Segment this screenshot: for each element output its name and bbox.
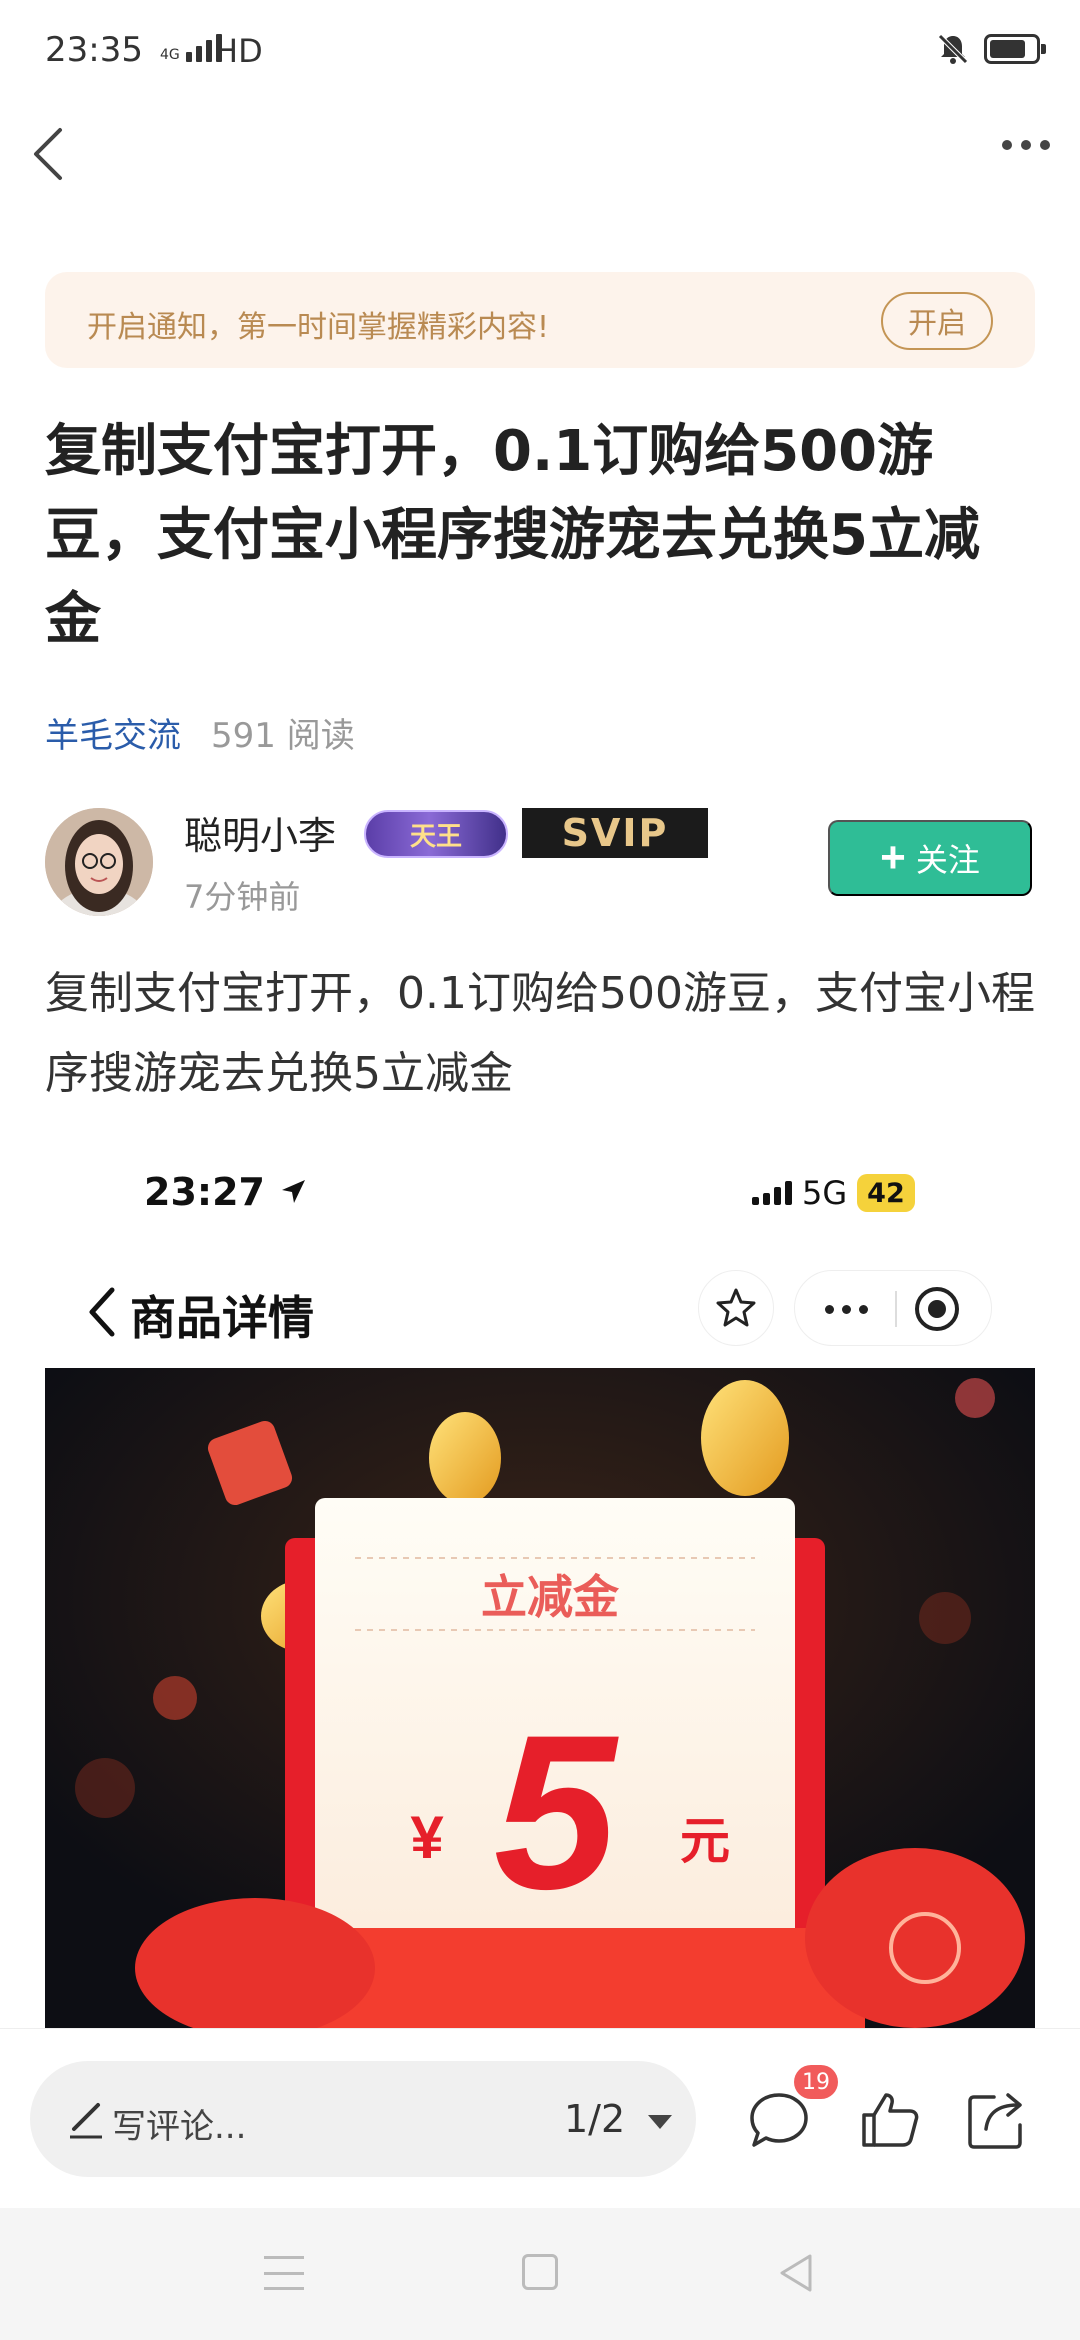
notification-banner: 开启通知，第一时间掌握精彩内容! 开启 [45,272,1035,368]
hd-indicator: HD [214,32,263,70]
embedded-capsule-menu [794,1270,992,1346]
share-icon[interactable] [964,2087,1030,2153]
network-type: 4G [160,47,180,63]
enable-notification-button[interactable]: 开启 [881,292,993,350]
system-back-icon[interactable] [776,2252,816,2294]
notice-text: 开启通知，第一时间掌握精彩内容! [87,310,550,345]
category-link[interactable]: 羊毛交流 [45,708,181,757]
embedded-time: 23:27 [144,1170,308,1214]
svip-badge-label: SVIP [561,811,669,855]
more-options-icon[interactable] [1002,140,1050,150]
king-badge: 天王 [364,810,508,858]
bottom-action-bar: 写评论... 1/2 19 [0,2028,1080,2208]
caret-down-icon[interactable] [648,2115,672,2129]
embedded-network: 5G [802,1174,848,1212]
page-indicator[interactable]: 1/2 [564,2097,625,2141]
back-arrow-icon[interactable] [24,118,84,190]
system-menu-icon[interactable] [264,2256,304,2290]
mute-bell-icon [938,34,968,64]
plus-icon: + [880,833,906,882]
embedded-signal-icon [752,1181,792,1205]
embedded-back-icon [89,1287,115,1337]
signal-icon: 4G [160,34,222,62]
status-bar: 23:35 4G HD [0,0,1080,110]
status-time: 23:35 [45,30,143,70]
post-time: 7分钟前 [184,878,301,916]
comment-input[interactable]: 写评论... 1/2 [30,2061,696,2177]
article-title: 复制支付宝打开，0.1订购给500游豆，支付宝小程序搜游宠去兑换5立减金 [45,419,980,652]
embedded-nav-bar: 商品详情 [0,1262,1080,1362]
article-meta: 羊毛交流 591 阅读 [45,708,355,757]
article-body: 复制支付宝打开，0.1订购给500游豆，支付宝小程序搜游宠去兑换5立减金 [45,968,1035,1099]
comment-placeholder: 写评论... [112,2107,247,2147]
embedded-close-target-icon [915,1287,959,1331]
read-count: 591 阅读 [211,716,355,756]
embedded-page-title: 商品详情 [130,1291,314,1345]
promo-image: 立减金 ¥ 5 元 [45,1368,1035,2028]
embedded-status-bar: 23:27 5G 42 [0,1160,1080,1230]
comment-count-badge: 19 [794,2065,838,2099]
king-badge-label: 天王 [409,821,462,852]
location-arrow-icon [282,1180,306,1203]
author-avatar[interactable] [45,808,153,916]
promo-currency: ¥ [410,1804,444,1871]
promo-unit: 元 [680,1813,730,1869]
embedded-star-icon [698,1270,774,1346]
embedded-battery: 42 [857,1174,915,1212]
follow-label: 关注 [915,842,980,878]
like-icon[interactable] [858,2087,924,2153]
system-home-icon[interactable] [522,2254,558,2290]
battery-icon [984,34,1046,64]
author-name[interactable]: 聪明小李 [184,805,336,860]
system-navigation-bar [0,2208,1080,2340]
promo-amount: 5 [494,1689,619,1935]
pencil-icon [70,2103,102,2139]
svip-badge: SVIP [522,808,708,858]
follow-button[interactable]: + 关注 [828,820,1032,896]
promo-heading: 立减金 [481,1571,620,1623]
